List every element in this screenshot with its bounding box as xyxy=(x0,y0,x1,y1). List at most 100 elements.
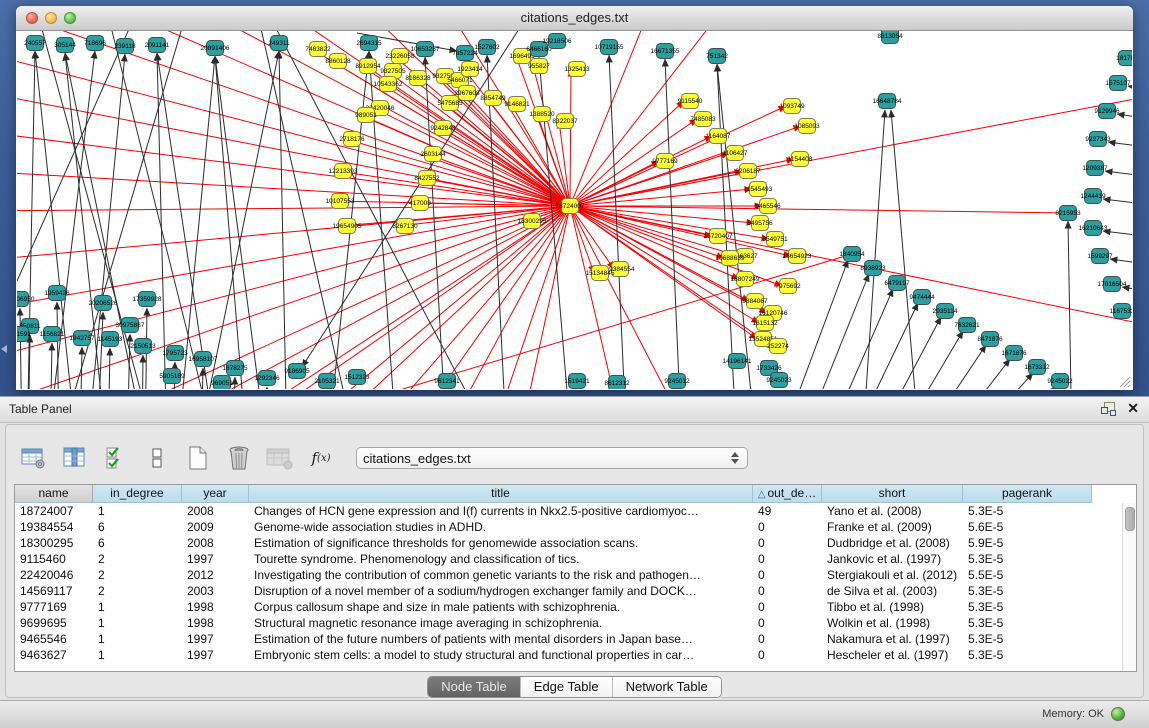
graph-node[interactable]: 417008 xyxy=(409,196,431,211)
graph-node[interactable]: 10107553 xyxy=(326,194,355,209)
table-cell[interactable]: 6 xyxy=(93,519,182,535)
table-cell[interactable]: Jankovic et al. (1997) xyxy=(822,551,963,567)
graph-node[interactable]: 240557 xyxy=(24,36,46,51)
graph-node[interactable]: 751342 xyxy=(706,49,728,64)
table-cell[interactable]: 1 xyxy=(93,631,182,647)
graph-node[interactable]: 252274 xyxy=(767,339,789,354)
table-cell[interactable]: Disruption of a novel member of a sodium… xyxy=(249,583,753,599)
column-header-pagerank[interactable]: pagerank xyxy=(963,485,1092,503)
table-cell[interactable]: 1997 xyxy=(182,647,249,663)
table-cell[interactable]: 5.3E-5 xyxy=(963,583,1092,599)
graph-node[interactable]: 8860128 xyxy=(325,54,351,69)
table-cell[interactable]: 1997 xyxy=(182,631,249,647)
graph-node[interactable]: 19654905 xyxy=(333,219,362,234)
table-cell[interactable]: 1998 xyxy=(182,599,249,615)
column-header-short[interactable]: short xyxy=(822,485,963,503)
table-cell[interactable]: 19384554 xyxy=(15,519,93,535)
table-cell[interactable]: 2 xyxy=(93,551,182,567)
graph-node[interactable]: 10719155 xyxy=(595,40,624,55)
table-cell[interactable]: Wolkin et al. (1998) xyxy=(822,615,963,631)
graph-node[interactable]: 9465546 xyxy=(755,199,781,214)
table-cell[interactable]: Corpus callosum shape and size in male p… xyxy=(249,599,753,615)
table-cell[interactable]: 2008 xyxy=(182,535,249,551)
table-cell[interactable]: Investigating the contribution of common… xyxy=(249,567,753,583)
table-cell[interactable]: Yano et al. (2008) xyxy=(822,503,963,519)
table-cell[interactable]: 9465546 xyxy=(15,631,93,647)
table-cell[interactable]: 2003 xyxy=(182,583,249,599)
float-panel-icon[interactable] xyxy=(1101,401,1115,415)
table-cell[interactable]: 0 xyxy=(753,551,822,567)
table-row[interactable]: 1456911722003Disruption of a novel membe… xyxy=(15,583,1123,599)
table-cell[interactable]: 2012 xyxy=(182,567,249,583)
graph-node[interactable]: 8322037 xyxy=(552,114,578,129)
graph-node[interactable]: 16671355 xyxy=(651,44,680,59)
new-document-icon[interactable] xyxy=(184,445,212,471)
table-cell[interactable]: 0 xyxy=(753,647,822,663)
graph-node[interactable]: 1671876 xyxy=(1001,346,1027,361)
table-row[interactable]: 1830029562008Estimation of significance … xyxy=(15,535,1123,551)
graph-node[interactable]: 16210643 xyxy=(1079,221,1108,236)
graph-node[interactable]: 989051 xyxy=(355,108,377,123)
table-cell[interactable]: 2009 xyxy=(182,519,249,535)
graph-node[interactable]: 3206187 xyxy=(735,164,761,179)
panel-collapse-arrow-icon[interactable] xyxy=(1,345,7,353)
table-cell[interactable]: 1 xyxy=(93,615,182,631)
graph-node[interactable]: 9186905 xyxy=(284,364,310,379)
table-cell[interactable]: Tibbo et al. (1998) xyxy=(822,599,963,615)
table-row[interactable]: 911546021997Tourette syndrome. Phenomeno… xyxy=(15,551,1123,567)
graph-node[interactable]: 8813054 xyxy=(877,31,903,44)
graph-node[interactable]: 17016504 xyxy=(1098,277,1127,292)
graph-node[interactable]: 1795723 xyxy=(162,346,188,361)
graph-node[interactable]: 2694315 xyxy=(356,36,382,51)
function-builder-icon[interactable]: f(x) xyxy=(307,445,335,471)
table-cell[interactable]: 0 xyxy=(753,599,822,615)
graph-node[interactable]: 1519421 xyxy=(564,374,590,389)
network-canvas[interactable]: 1872400774638228860128891295423226058932… xyxy=(17,31,1132,390)
table-cell[interactable]: 1 xyxy=(93,599,182,615)
graph-node[interactable]: 7485083 xyxy=(690,112,716,127)
graph-node[interactable]: 16648784 xyxy=(873,94,902,109)
table-cell[interactable]: Franke et al. (2009) xyxy=(822,519,963,535)
graph-node[interactable]: 9884067 xyxy=(742,294,768,309)
graph-node[interactable]: 9146821 xyxy=(504,97,530,112)
graph-node[interactable]: 1167533 xyxy=(1110,304,1132,319)
graph-node[interactable]: 9474444 xyxy=(909,290,935,305)
graph-node[interactable]: 249311 xyxy=(268,36,290,51)
graph-node[interactable]: 969051 xyxy=(211,376,233,390)
graph-node[interactable]: 26206950 xyxy=(17,292,35,307)
graph-node[interactable]: 18807249 xyxy=(731,272,760,287)
graph-node[interactable]: 1512323 xyxy=(344,370,370,385)
graph-node[interactable]: 8612312 xyxy=(604,376,630,390)
table-cell[interactable]: 0 xyxy=(753,615,822,631)
table-cell[interactable]: 49 xyxy=(753,503,822,519)
graph-node[interactable]: 181784 xyxy=(1116,51,1132,66)
table-cell[interactable]: 1 xyxy=(93,503,182,519)
table-cell[interactable]: 5.3E-5 xyxy=(963,615,1092,631)
table-cell[interactable]: 9463627 xyxy=(15,647,93,663)
table-row[interactable]: 946362711997Embryonic stem cells: a mode… xyxy=(15,647,1123,663)
graph-node[interactable]: 1244419 xyxy=(1080,189,1106,204)
table-cell[interactable]: Genome-wide association studies in ADHD. xyxy=(249,519,753,535)
graph-node[interactable]: 9115540 xyxy=(678,94,703,109)
graph-node[interactable]: 20891406 xyxy=(201,41,230,56)
table-cell[interactable]: 0 xyxy=(753,567,822,583)
table-cell[interactable]: 5.6E-5 xyxy=(963,519,1092,535)
graph-node[interactable]: 5905189 xyxy=(159,369,185,384)
graph-node[interactable]: 1840954 xyxy=(839,247,865,262)
graph-node[interactable]: 9612341 xyxy=(434,374,460,389)
graph-node[interactable]: 1599297 xyxy=(1087,249,1113,264)
table-cell[interactable]: Estimation of the future numbers of pati… xyxy=(249,631,753,647)
graph-node[interactable]: 8854749 xyxy=(480,91,506,106)
table-cell[interactable]: Changes of HCN gene expression and I(f) … xyxy=(249,503,753,519)
table-cell[interactable]: Estimation of significance thresholds fo… xyxy=(249,535,753,551)
graph-node[interactable]: 718696 xyxy=(84,36,106,51)
select-rows-icon[interactable] xyxy=(102,445,130,471)
graph-node[interactable]: 1942757 xyxy=(69,331,95,346)
resize-grip-icon[interactable] xyxy=(1120,377,1130,387)
column-header-name[interactable]: name xyxy=(15,485,93,503)
table-cell[interactable]: 5.9E-5 xyxy=(963,535,1092,551)
table-cell[interactable]: 5.3E-5 xyxy=(963,631,1092,647)
table-cell[interactable]: Embryonic stem cells: a model to study s… xyxy=(249,647,753,663)
table-cell[interactable]: de Silva et al. (2003) xyxy=(822,583,963,599)
graph-node[interactable]: 7975692 xyxy=(775,279,801,294)
